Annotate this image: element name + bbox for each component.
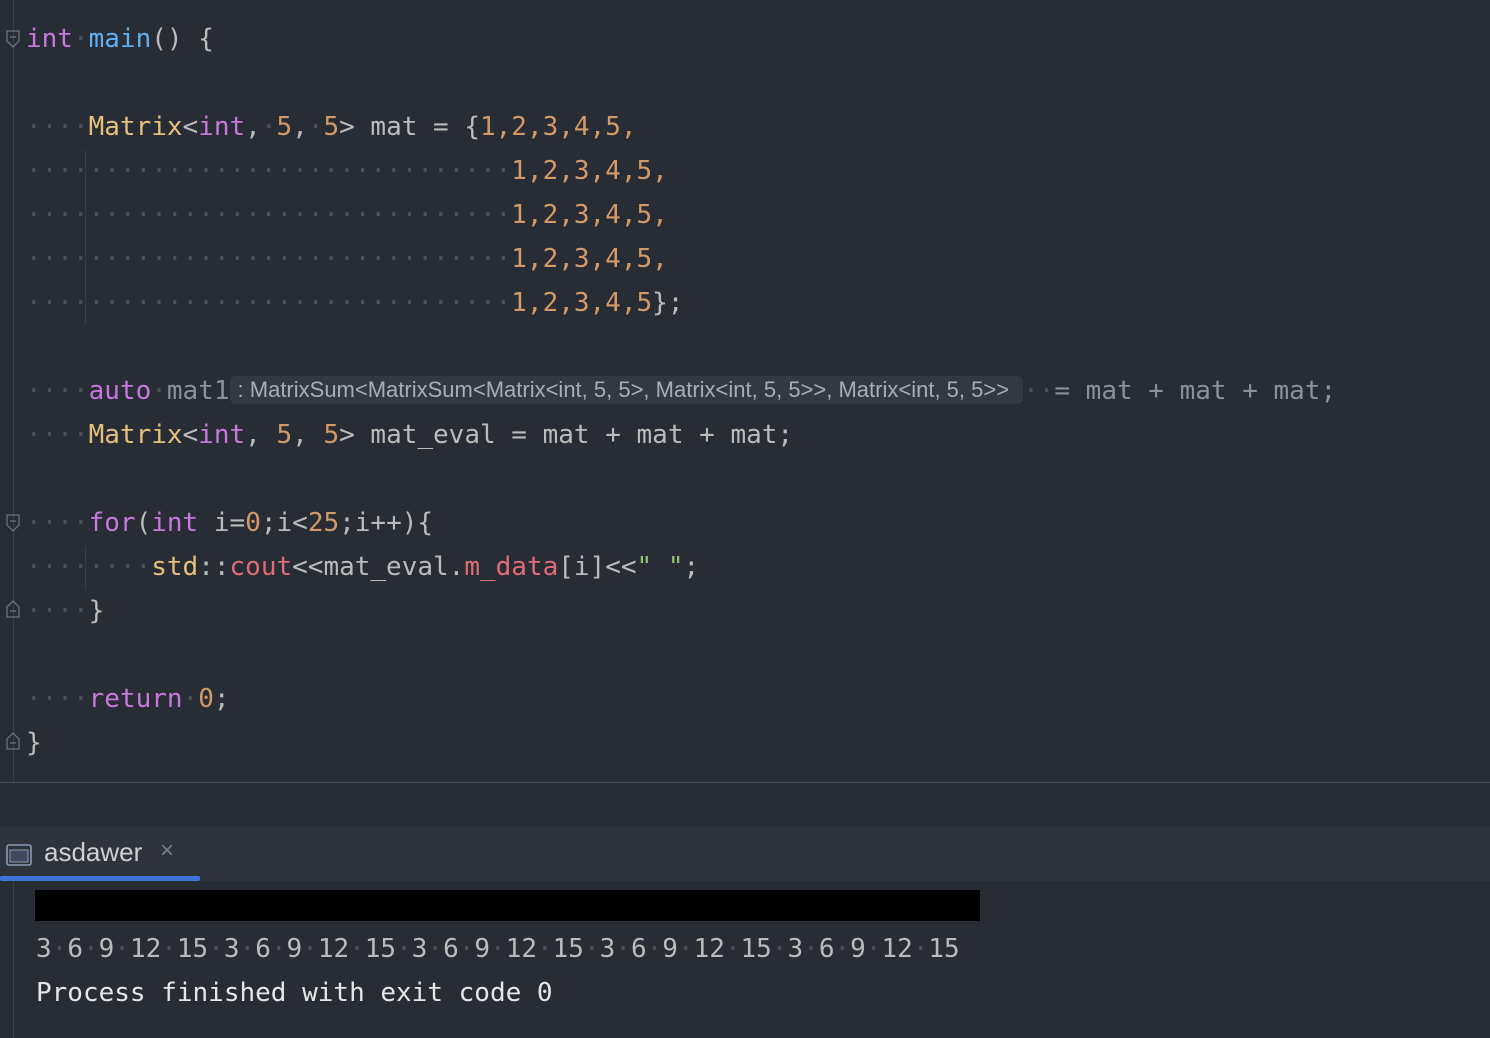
code-line-for-close: ····} [26,596,105,626]
close-tab-icon[interactable]: × [160,837,174,865]
console-exit-status: Process finished with exit code 0 [36,978,553,1008]
console-output-line: 3·6·9·12·15·3·6·9·12·15·3·6·9·12·15·3·6·… [36,934,960,964]
fold-end-icon[interactable] [6,732,20,750]
fold-collapse-icon[interactable] [6,514,20,532]
fold-end-icon[interactable] [6,600,20,618]
code-line-for: ····for(int i=0;i<25;i++){ [26,508,434,538]
console-gutter [13,881,14,1038]
editor-gutter [13,0,14,782]
run-tab[interactable]: asdawer × [0,827,200,881]
code-line-mat-row: ·······························1,2,3,4,5… [26,200,668,230]
run-tool-window-header: asdawer × [0,827,1490,881]
panel-gap [0,783,1490,827]
code-line-mat-eval: ····Matrix<int, 5, 5> mat_eval = mat + m… [26,420,794,450]
run-tab-label: asdawer [44,837,143,867]
code-line-auto: ····auto·mat1: MatrixSum<MatrixSum<Matri… [26,375,1337,406]
code-line-mat-row: ·······························1,2,3,4,5… [26,156,668,186]
redacted-command-line [35,890,980,921]
code-editor[interactable]: int·main() { ····Matrix<int,·5,·5> mat =… [0,0,1490,782]
code-line-cout: ········std::cout<<mat_eval.m_data[i]<<"… [26,552,700,582]
code-line-close: } [26,728,42,758]
code-line-mat-row: ·······························1,2,3,4,5… [26,288,684,318]
code-line-mat-row: ·······························1,2,3,4,5… [26,244,668,274]
fold-collapse-icon[interactable] [6,30,20,48]
code-line-main: int·main() { [26,24,214,54]
type-inlay-hint[interactable]: : MatrixSum<MatrixSum<Matrix<int, 5, 5>,… [229,375,1024,404]
code-line-mat-decl: ····Matrix<int,·5,·5> mat = {1,2,3,4,5, [26,112,637,142]
console-output-area[interactable]: 3·6·9·12·15·3·6·9·12·15·3·6·9·12·15·3·6·… [0,881,1490,1038]
code-line-return: ····return·0; [26,684,230,714]
console-icon [6,843,32,866]
